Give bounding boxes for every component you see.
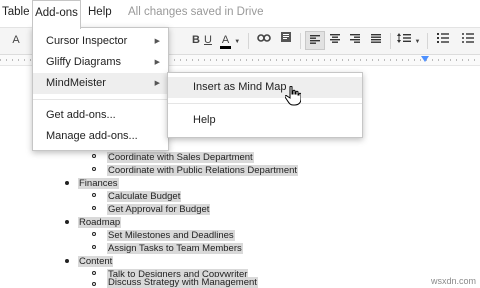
menu-table[interactable]: Table <box>0 0 32 27</box>
list-item[interactable]: Calculate Budget <box>107 191 182 202</box>
indent-marker-icon[interactable] <box>421 56 429 62</box>
text-color-button[interactable]: A ▼ <box>218 31 242 50</box>
bullet-hollow-icon <box>92 154 96 158</box>
list-item[interactable]: Roadmap <box>78 217 122 228</box>
submenu-arrow-icon: ▶ <box>154 80 160 87</box>
bullet-filled-icon <box>65 259 69 263</box>
list-item[interactable]: Coordinate with Public Relations Departm… <box>107 165 299 176</box>
list-item[interactable]: Set Milestones and Deadlines <box>107 230 235 241</box>
align-center-icon <box>330 34 340 43</box>
insert-comment-button[interactable] <box>276 31 296 50</box>
toolbar-divider <box>390 33 391 49</box>
italic-button[interactable] <box>168 31 188 50</box>
menu-item-mindmeister-help[interactable]: Help <box>168 110 362 131</box>
align-left-icon <box>310 35 320 44</box>
bullet-filled-icon <box>65 181 69 185</box>
numbered-list-button[interactable] <box>433 31 453 50</box>
insert-link-button[interactable] <box>254 31 274 50</box>
toolbar-divider <box>248 33 249 49</box>
list-item[interactable]: Content <box>78 256 114 267</box>
numbered-list-icon <box>437 33 449 43</box>
font-size-partial[interactable]: A <box>6 31 26 50</box>
bullet-hollow-icon <box>92 206 96 210</box>
menu-item-cursor-inspector[interactable]: Cursor Inspector ▶ <box>33 31 168 52</box>
list-item[interactable]: Coordinate with Sales Department <box>107 152 254 163</box>
bulleted-list-icon <box>462 33 474 43</box>
bullet-hollow-icon <box>92 193 96 197</box>
bullet-hollow-icon <box>92 271 96 275</box>
toolbar-divider <box>427 33 428 49</box>
bulleted-list-button[interactable] <box>456 31 480 50</box>
bullet-hollow-icon <box>92 232 96 236</box>
toolbar-divider <box>300 33 301 49</box>
menu-divider <box>33 99 168 100</box>
comment-icon <box>281 32 291 42</box>
list-item[interactable]: Assign Tasks to Team Members <box>107 243 243 254</box>
bullet-hollow-icon <box>92 282 96 286</box>
chevron-down-icon: ▼ <box>234 39 241 45</box>
chevron-down-icon: ▼ <box>414 39 421 45</box>
list-item[interactable]: Finances <box>78 178 119 189</box>
submenu-arrow-icon: ▶ <box>154 38 160 45</box>
watermark: wsxdn.com <box>430 276 476 286</box>
addons-dropdown-menu: Cursor Inspector ▶ Gliffy Diagrams ▶ Min… <box>32 27 169 151</box>
menu-item-mindmeister[interactable]: MindMeister ▶ <box>33 73 168 94</box>
line-spacing-icon <box>397 33 412 43</box>
line-spacing-button[interactable]: ▼ <box>396 31 422 50</box>
bullet-hollow-icon <box>92 245 96 249</box>
bullet-filled-icon <box>65 220 69 224</box>
menu-divider <box>168 103 362 104</box>
menu-item-manage-addons[interactable]: Manage add-ons... <box>33 126 168 147</box>
menu-bar: Table Add-ons Help All changes saved in … <box>0 0 480 29</box>
justify-icon <box>371 34 381 43</box>
align-center-button[interactable] <box>325 31 345 50</box>
align-right-button[interactable] <box>345 31 365 50</box>
justify-button[interactable] <box>366 31 386 50</box>
align-right-icon <box>350 34 360 43</box>
list-item[interactable]: Get Approval for Budget <box>107 204 211 215</box>
save-status: All changes saved in Drive <box>128 6 264 18</box>
menu-item-gliffy-diagrams[interactable]: Gliffy Diagrams ▶ <box>33 52 168 73</box>
align-left-button[interactable] <box>305 31 325 50</box>
list-item[interactable]: Discuss Strategy with Management <box>107 277 258 288</box>
submenu-arrow-icon: ▶ <box>154 59 160 66</box>
menu-addons[interactable]: Add-ons <box>32 0 81 29</box>
bullet-hollow-icon <box>92 167 96 171</box>
hand-cursor-icon <box>285 86 301 106</box>
link-icon <box>257 34 271 42</box>
underline-button[interactable]: U <box>198 31 218 50</box>
mindmeister-submenu: Insert as Mind Map Help <box>167 72 363 138</box>
menu-item-get-addons[interactable]: Get add-ons... <box>33 105 168 126</box>
menu-help[interactable]: Help <box>88 0 118 27</box>
menu-item-insert-mind-map[interactable]: Insert as Mind Map <box>168 77 362 98</box>
